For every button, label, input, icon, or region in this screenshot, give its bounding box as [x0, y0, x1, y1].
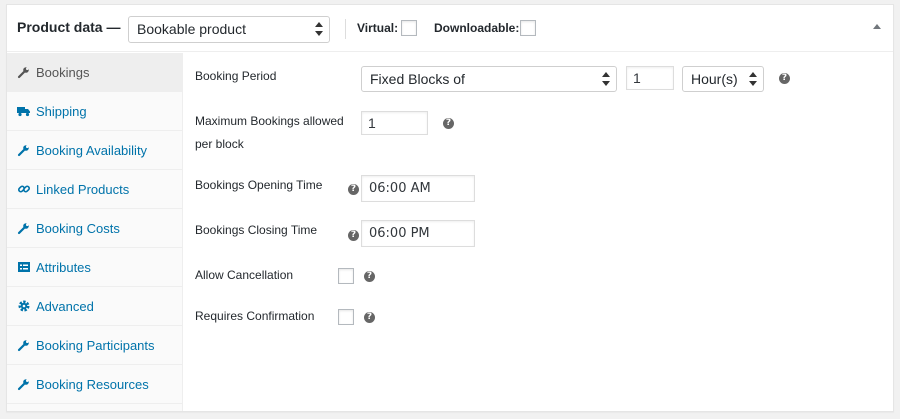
wrench-icon: [17, 379, 29, 391]
tab-booking-resources[interactable]: Booking Resources: [7, 365, 183, 404]
tab-label: Attributes: [36, 260, 91, 275]
booking-period-unit-select[interactable]: Hour(s): [682, 66, 764, 92]
opening-time-value: 06:00 AM: [369, 181, 431, 196]
tab-booking-availability[interactable]: Booking Availability: [7, 131, 183, 170]
wrench-icon: [17, 67, 29, 79]
product-data-tabs: Bookings Shipping Booking Availability L…: [7, 53, 183, 411]
booking-period-mode-value: Fixed Blocks of: [370, 71, 465, 87]
closing-time-input[interactable]: 06:00 PM: [361, 220, 475, 247]
booking-period-label: Booking Period: [195, 69, 277, 83]
allow-cancellation-checkbox[interactable]: [338, 268, 354, 284]
product-data-header: Product data — Bookable product Virtual:…: [7, 5, 893, 52]
help-icon[interactable]: ?: [779, 73, 790, 84]
select-arrows-icon: [602, 71, 610, 87]
requires-confirmation-label: Requires Confirmation: [195, 309, 315, 323]
header-divider: [345, 19, 346, 39]
tab-label: Booking Resources: [36, 377, 149, 392]
max-bookings-label-line1: Maximum Bookings allowed: [195, 114, 344, 128]
opening-time-input[interactable]: 06:00 AM: [361, 175, 475, 202]
downloadable-checkbox[interactable]: [520, 20, 536, 36]
max-bookings-value: 1: [368, 115, 376, 131]
tab-booking-costs[interactable]: Booking Costs: [7, 209, 183, 248]
wrench-icon: [17, 340, 29, 352]
max-bookings-label-line2: per block: [195, 137, 244, 151]
max-bookings-input[interactable]: 1: [361, 111, 428, 135]
tab-bookings[interactable]: Bookings: [7, 53, 183, 92]
opening-time-label: Bookings Opening Time: [195, 178, 323, 192]
select-arrows-icon: [315, 21, 323, 37]
booking-period-mode-select[interactable]: Fixed Blocks of: [361, 66, 617, 92]
tab-label: Booking Availability: [36, 143, 148, 158]
virtual-checkbox[interactable]: [401, 20, 417, 36]
tab-label: Booking Costs: [36, 221, 120, 236]
help-icon[interactable]: ?: [364, 312, 375, 323]
truck-icon: [17, 107, 30, 117]
product-type-value: Bookable product: [137, 21, 246, 37]
tab-attributes[interactable]: Attributes: [7, 248, 183, 287]
closing-time-label: Bookings Closing Time: [195, 223, 318, 237]
product-data-panel: Product data — Bookable product Virtual:…: [6, 4, 894, 412]
virtual-label: Virtual:: [357, 21, 399, 35]
panel-title: Product data —: [17, 19, 121, 35]
wrench-icon: [17, 223, 29, 235]
closing-time-value: 06:00 PM: [369, 226, 430, 241]
gear-icon: [18, 300, 30, 312]
booking-period-unit-value: Hour(s): [691, 71, 738, 87]
requires-confirmation-checkbox[interactable]: [338, 309, 354, 325]
collapse-toggle-icon[interactable]: [873, 24, 881, 29]
tab-shipping[interactable]: Shipping: [7, 92, 183, 131]
help-icon[interactable]: ?: [443, 118, 454, 129]
booking-period-amount-input[interactable]: 1: [626, 66, 674, 90]
tab-booking-participants[interactable]: Booking Participants: [7, 326, 183, 365]
tab-advanced[interactable]: Advanced: [7, 287, 183, 326]
tab-label: Booking Participants: [36, 338, 155, 353]
help-icon[interactable]: ?: [348, 184, 359, 195]
tab-label: Advanced: [36, 299, 94, 314]
booking-period-amount-value: 1: [633, 70, 641, 86]
downloadable-label: Downloadable:: [434, 21, 520, 35]
tab-label: Linked Products: [36, 182, 130, 197]
list-icon: [18, 262, 30, 272]
tab-label: Shipping: [36, 104, 87, 119]
tab-linked-products[interactable]: Linked Products: [7, 170, 183, 209]
link-icon: [17, 185, 31, 193]
allow-cancellation-label: Allow Cancellation: [195, 268, 294, 282]
tab-label: Bookings: [36, 65, 90, 80]
wrench-icon: [17, 145, 29, 157]
help-icon[interactable]: ?: [348, 230, 359, 241]
help-icon[interactable]: ?: [364, 271, 375, 282]
select-arrows-icon: [749, 71, 757, 87]
product-type-select[interactable]: Bookable product: [128, 16, 330, 43]
